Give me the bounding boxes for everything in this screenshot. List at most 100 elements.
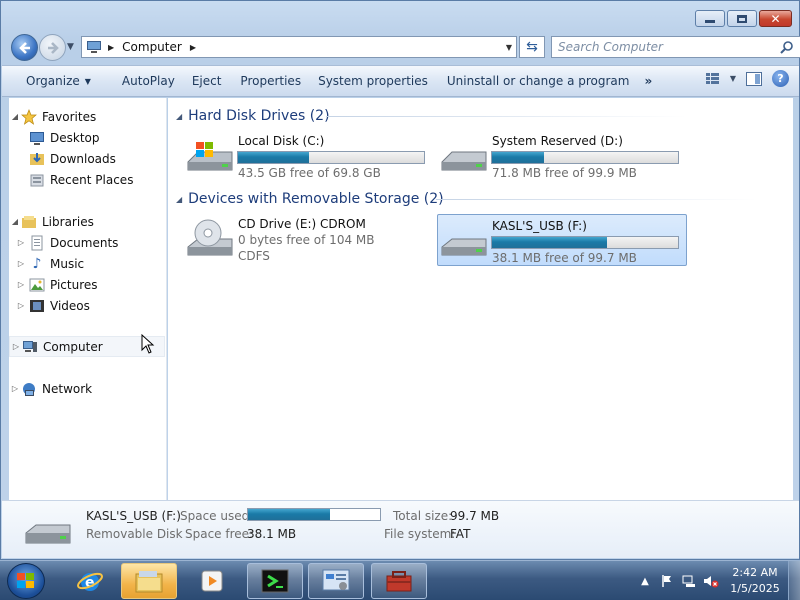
drive-name: Local Disk (C:) <box>238 134 325 148</box>
more-commands-button[interactable]: » <box>640 69 663 93</box>
details-drive-name: KASL'S_USB (F:) <box>86 509 181 523</box>
recent-places-icon <box>29 172 45 188</box>
volume-muted-icon[interactable] <box>700 573 722 589</box>
details-pane: KASL'S_USB (F:) Removable Disk Space use… <box>2 500 799 558</box>
nav-libraries[interactable]: ◢ Libraries <box>9 211 165 232</box>
address-dropdown-icon[interactable]: ▼ <box>506 43 512 52</box>
organize-button[interactable]: Organize ▼ <box>2 69 102 93</box>
nav-music[interactable]: ▷ ♪ Music <box>9 253 165 274</box>
chevron-right-icon[interactable]: ▶ <box>190 43 196 52</box>
taskbar-control-panel[interactable] <box>308 563 364 599</box>
eject-button[interactable]: Eject <box>186 69 233 93</box>
pictures-label: Pictures <box>50 277 98 292</box>
search-box[interactable] <box>551 36 800 58</box>
group-header-removable[interactable]: ◢ Devices with Removable Storage (2) <box>176 190 756 208</box>
drive-tile-d[interactable]: System Reserved (D:) 71.8 MB free of 99.… <box>438 130 688 182</box>
nav-favorites[interactable]: ◢ Favorites <box>9 106 165 127</box>
maximize-button[interactable] <box>727 10 757 27</box>
close-button[interactable]: ✕ <box>759 10 792 27</box>
network-status-icon[interactable] <box>678 573 700 589</box>
navigation-pane: ◢ Favorites Desktop Downloads Recent Pla… <box>9 98 167 500</box>
nav-pictures[interactable]: ▷ Pictures <box>9 274 165 295</box>
expand-arrow-icon[interactable]: ▷ <box>15 301 27 310</box>
usb-drive-icon <box>441 238 487 256</box>
expand-arrow-icon[interactable]: ▷ <box>10 342 22 351</box>
help-icon[interactable]: ? <box>772 70 789 87</box>
show-desktop-button[interactable] <box>788 561 800 600</box>
nav-documents[interactable]: ▷ Documents <box>9 232 165 253</box>
downloads-label: Downloads <box>50 151 116 166</box>
minimize-button[interactable] <box>695 10 725 27</box>
search-input[interactable] <box>558 40 768 54</box>
nav-videos[interactable]: ▷ Videos <box>9 295 165 316</box>
expand-arrow-icon[interactable]: ▷ <box>15 259 27 268</box>
star-icon <box>21 108 37 125</box>
computer-icon <box>87 41 101 53</box>
collapse-arrow-icon[interactable]: ◢ <box>176 195 182 204</box>
system-properties-button[interactable]: System properties <box>312 69 439 93</box>
total-size-label: Total size: <box>393 509 453 523</box>
drive-usage-bar <box>237 151 425 164</box>
preview-pane-icon[interactable] <box>746 71 762 86</box>
chevron-down-icon: ▼ <box>84 76 91 86</box>
recent-pages-dropdown[interactable]: ▼ <box>67 42 74 52</box>
libraries-label: Libraries <box>42 214 94 229</box>
show-hidden-icons-icon[interactable]: ▲ <box>634 573 656 589</box>
address-bar[interactable]: ▶ Computer ▶ ▼ <box>81 36 517 58</box>
windows-drive-icon <box>187 142 233 171</box>
desktop-label: Desktop <box>50 130 100 145</box>
taskbar-media-player[interactable] <box>184 563 240 599</box>
collapse-arrow-icon[interactable]: ◢ <box>9 112 21 121</box>
group-header-hard-disks[interactable]: ◢ Hard Disk Drives (2) <box>176 107 686 125</box>
nav-network[interactable]: ▷ Network <box>9 378 165 399</box>
properties-button[interactable]: Properties <box>232 69 312 93</box>
expand-arrow-icon[interactable]: ▷ <box>15 280 27 289</box>
drive-tile-c[interactable]: Local Disk (C:) 43.5 GB free of 69.8 GB <box>184 130 434 182</box>
downloads-folder-icon <box>29 151 45 167</box>
media-player-icon <box>201 570 223 592</box>
videos-icon <box>29 298 45 314</box>
total-size-value: 99.7 MB <box>450 509 500 523</box>
nav-downloads[interactable]: Downloads <box>9 148 165 169</box>
taskbar-internet-explorer[interactable]: e <box>62 563 118 599</box>
expand-arrow-icon[interactable]: ▷ <box>15 238 27 247</box>
libraries-icon <box>21 214 37 230</box>
breadcrumb-computer[interactable]: Computer <box>122 40 182 54</box>
start-button[interactable] <box>7 563 45 599</box>
search-icon[interactable] <box>780 40 794 54</box>
autoplay-button[interactable]: AutoPlay <box>102 69 186 93</box>
drive-name: CD Drive (E:) CDROM <box>238 217 366 231</box>
view-options-dropdown-icon[interactable]: ▼ <box>730 74 736 83</box>
taskbar-toolbox[interactable] <box>371 563 427 599</box>
group-title: Hard Disk Drives (2) <box>188 108 330 124</box>
drive-tile-e[interactable]: CD Drive (E:) CDROM 0 bytes free of 104 … <box>184 213 434 265</box>
back-button[interactable] <box>11 34 38 61</box>
nav-desktop[interactable]: Desktop <box>9 127 165 148</box>
mouse-cursor-icon <box>141 334 155 354</box>
action-center-flag-icon[interactable] <box>656 573 678 589</box>
drive-free-space: 71.8 MB free of 99.9 MB <box>492 166 637 180</box>
refresh-button[interactable]: ⇆ <box>519 36 545 58</box>
taskbar-windows-explorer[interactable] <box>121 563 177 599</box>
windows-logo-icon <box>17 573 34 588</box>
organize-label: Organize <box>26 74 80 88</box>
collapse-arrow-icon[interactable]: ◢ <box>176 112 182 121</box>
drive-tile-f[interactable]: KASL'S_USB (F:) 38.1 MB free of 99.7 MB <box>437 214 687 266</box>
drive-name: KASL'S_USB (F:) <box>492 219 587 233</box>
uninstall-program-button[interactable]: Uninstall or change a program <box>439 69 641 93</box>
drive-name: System Reserved (D:) <box>492 134 623 148</box>
forward-button[interactable] <box>39 34 66 61</box>
clock[interactable]: 2:42 AM 1/5/2025 <box>722 565 788 597</box>
favorites-label: Favorites <box>42 109 97 124</box>
file-system-value: FAT <box>450 527 471 541</box>
expand-arrow-icon[interactable]: ▷ <box>9 384 21 393</box>
collapse-arrow-icon[interactable]: ◢ <box>9 217 21 226</box>
drive-free-space: 0 bytes free of 104 MB <box>238 233 375 247</box>
change-view-icon[interactable] <box>705 72 720 85</box>
close-icon: ✕ <box>770 11 781 26</box>
taskbar-terminal[interactable] <box>247 563 303 599</box>
space-free-value: 38.1 MB <box>247 527 297 541</box>
chevron-right-icon[interactable]: ▶ <box>108 43 114 52</box>
maximize-icon <box>737 14 747 23</box>
nav-recent-places[interactable]: Recent Places <box>9 169 165 190</box>
